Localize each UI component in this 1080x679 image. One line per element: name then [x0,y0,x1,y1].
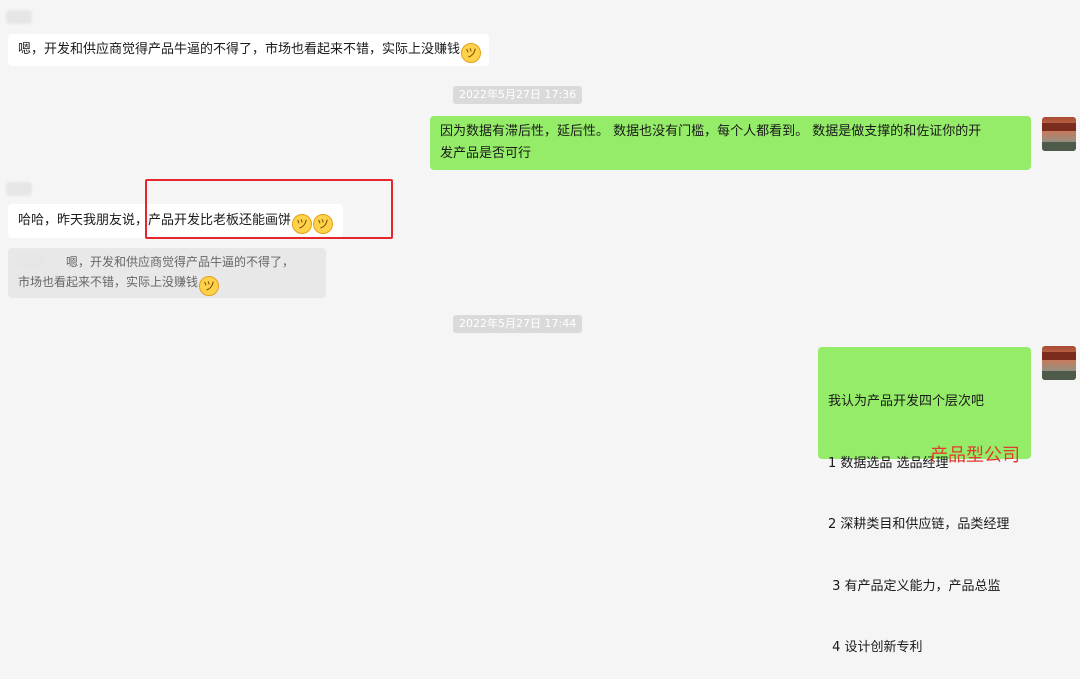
highlight-box [145,179,393,239]
message-text: 哈哈，昨天我朋友说， [18,213,149,228]
message-line: 我认为产品开发四个层次吧 [828,394,985,409]
message-line: 4 设计创新专利 [828,640,923,655]
self-avatar[interactable] [1042,346,1076,380]
message-line: 3 有产品定义能力，产品总监 [828,578,1001,594]
message-bubble-received[interactable]: 嗯，开发和供应商觉得产品牛逼的不得了，市场也看起来不错，实际上没赚钱ツ [8,34,490,66]
timestamp: 2022年5月27日 17:36 [453,86,583,104]
message-line: 因为数据有滞后性，延后性。 数据也没有门槛，每个人都看到。 数据是做支撑的和佐证… [440,124,982,139]
avatar[interactable] [6,182,32,196]
quote-line: 市场也看起来不错，实际上没赚钱ツ [18,272,316,296]
quoted-message[interactable]: 嗯，开发和供应商觉得产品牛逼的不得了， 市场也看起来不错，实际上没赚钱ツ [8,248,326,298]
avatar[interactable] [6,10,32,24]
quote-line: 嗯，开发和供应商觉得产品牛逼的不得了， [66,255,295,269]
message-bubble-sent[interactable]: 因为数据有滞后性，延后性。 数据也没有门槛，每个人都看到。 数据是做支撑的和佐证… [430,116,1031,170]
timestamp: 2022年5月27日 17:44 [453,315,583,333]
watermark-text: 产品型公司 [930,445,1020,466]
grin-sweat-emoji: ツ [461,43,482,63]
message-line: 发产品是否可行 [440,146,532,161]
self-avatar[interactable] [1042,117,1076,151]
message-line: 2 深耕类目和供应链，品类经理 [828,517,1010,532]
quote-avatar [16,254,44,268]
grin-sweat-emoji: ツ [199,276,220,296]
message-text: 嗯，开发和供应商觉得产品牛逼的不得了，市场也看起来不错，实际上没赚钱 [18,42,461,57]
